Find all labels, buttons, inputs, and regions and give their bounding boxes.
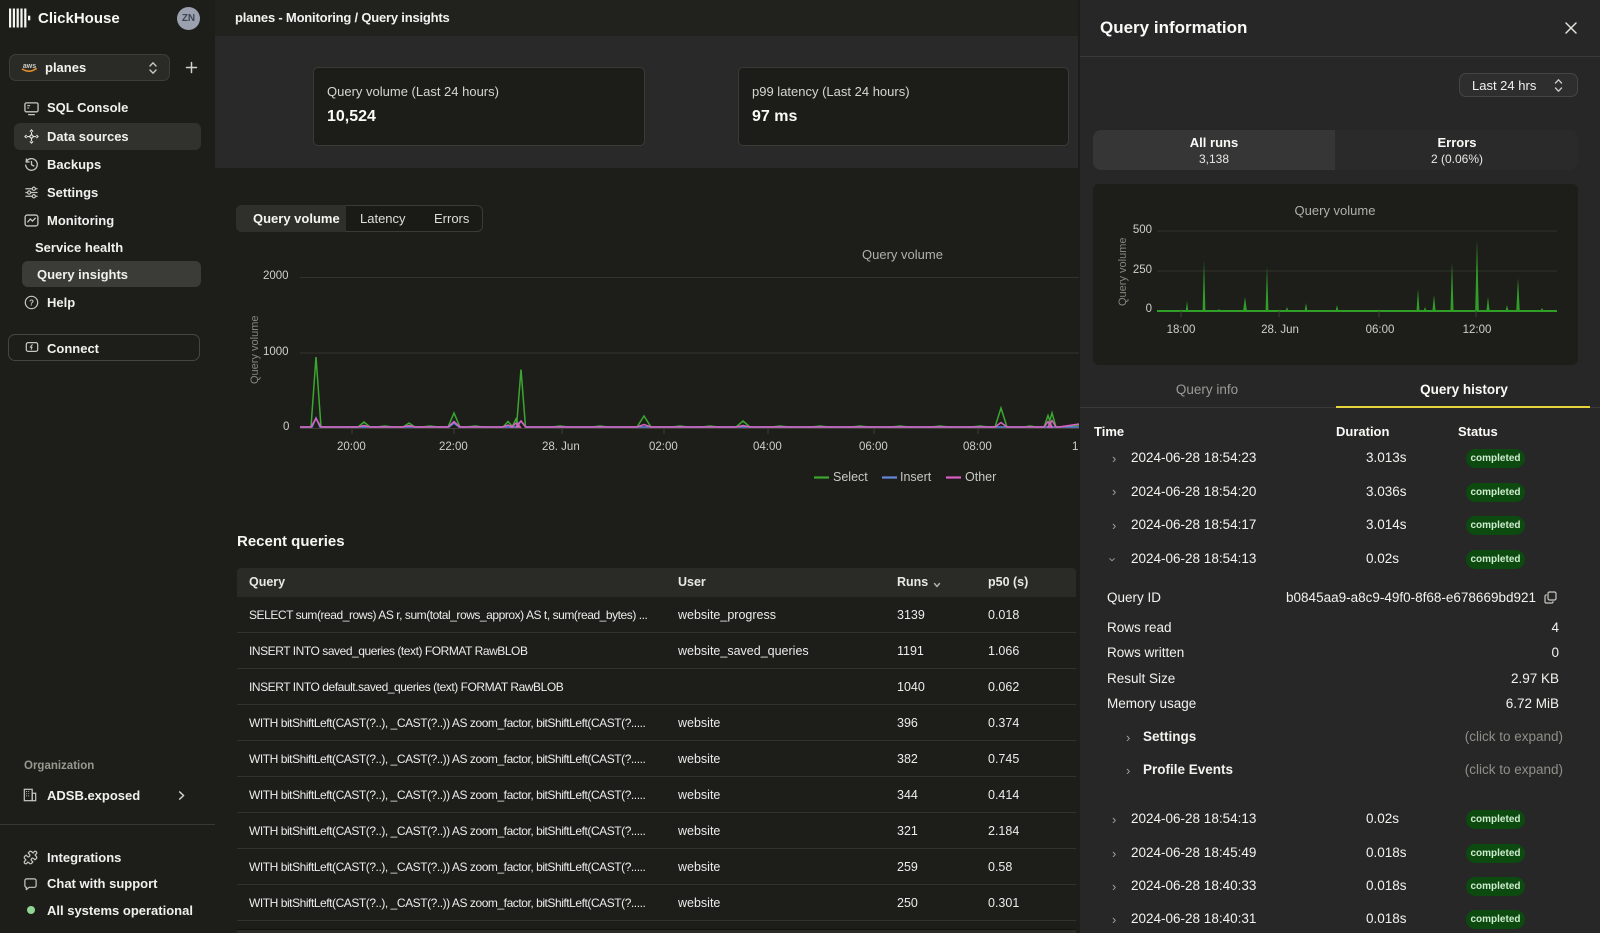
svg-text:?: ? (29, 298, 34, 307)
